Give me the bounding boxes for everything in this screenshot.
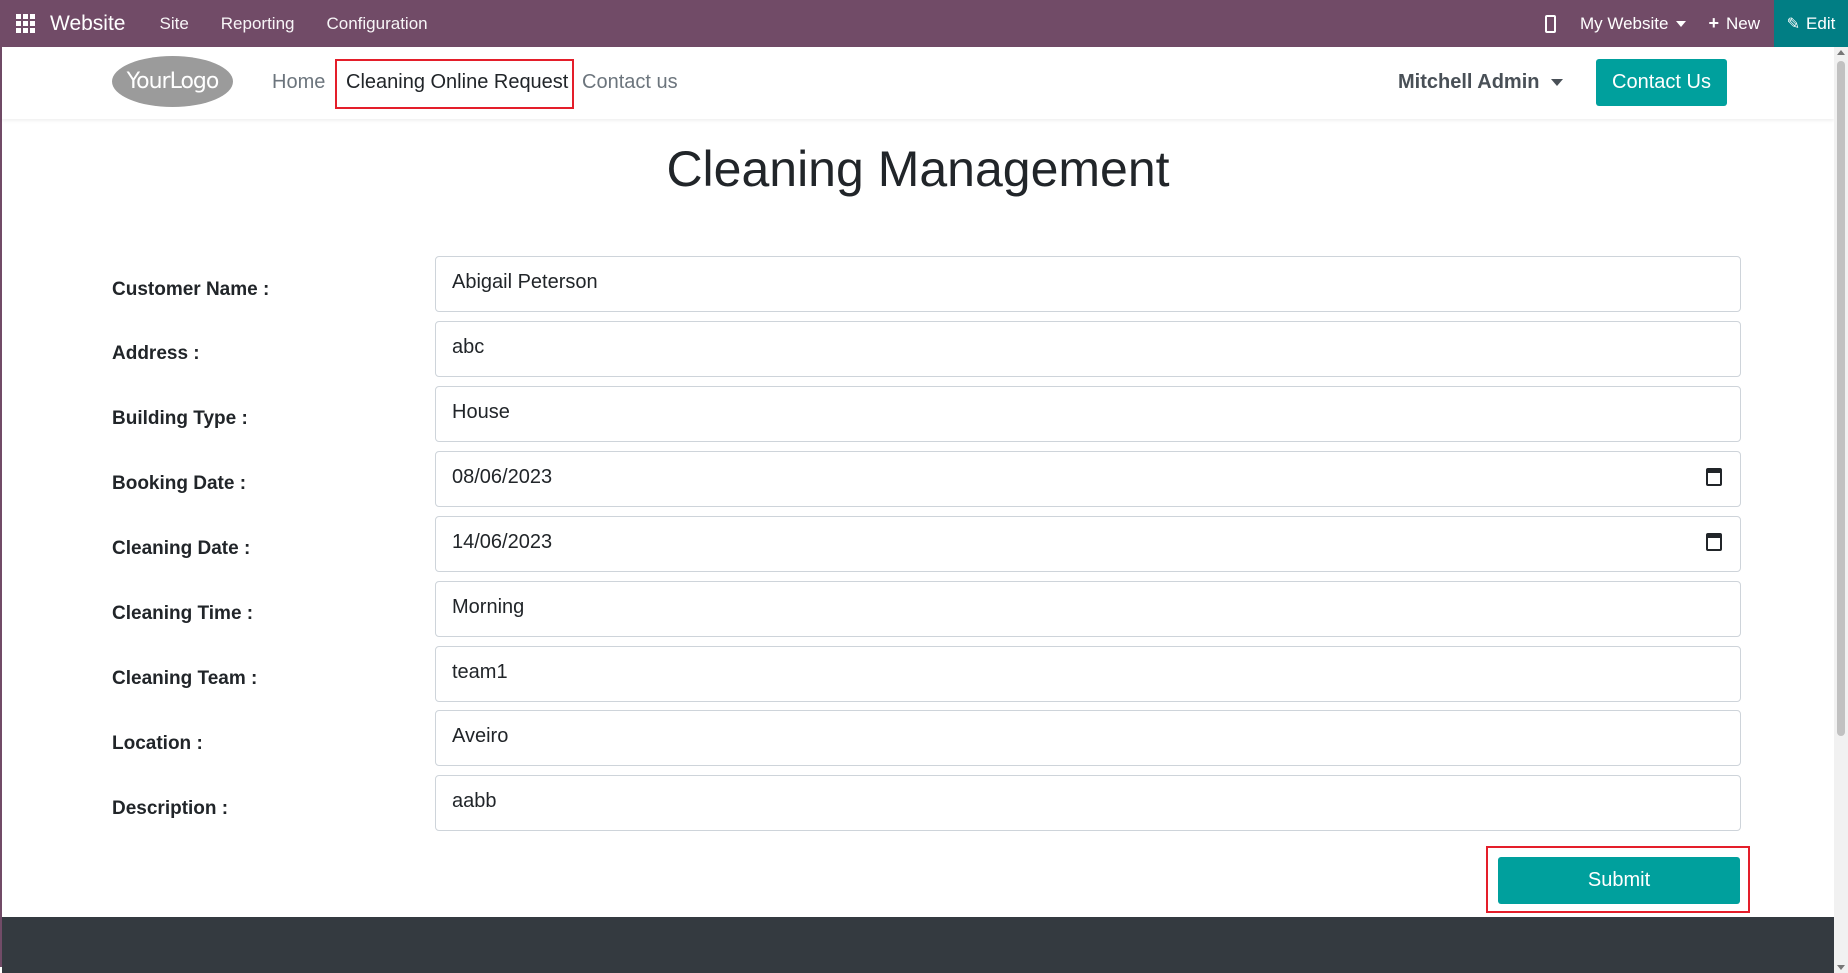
location-input[interactable]: Aveiro xyxy=(435,710,1741,766)
calendar-icon[interactable] xyxy=(1706,533,1722,551)
booking-date-input[interactable]: 08/06/2023 xyxy=(435,451,1741,507)
cleaning-team-label: Cleaning Team : xyxy=(112,668,258,689)
cleaning-time-label: Cleaning Time : xyxy=(112,603,254,624)
description-label: Description : xyxy=(112,798,229,819)
booking-date-label: Booking Date : xyxy=(112,473,247,494)
app-brand[interactable]: Website xyxy=(50,12,125,36)
user-name: Mitchell Admin xyxy=(1398,71,1540,93)
new-content-label: New xyxy=(1725,13,1760,33)
chevron-down-icon xyxy=(1676,20,1687,27)
booking-date-value: 08/06/2023 xyxy=(452,465,553,488)
description-input[interactable]: aabb xyxy=(435,775,1741,831)
admin-navbar: Website Site Reporting Configuration My … xyxy=(0,0,1848,47)
site-logo[interactable]: YourLogo xyxy=(112,56,233,107)
logo-text: YourLogo xyxy=(126,69,220,94)
website-switcher[interactable]: My Website xyxy=(1580,14,1687,34)
cleaning-date-input[interactable]: 14/06/2023 xyxy=(435,516,1741,572)
cleaning-team-value: team1 xyxy=(452,660,508,683)
location-label: Location : xyxy=(112,733,203,754)
nav-home[interactable]: Home xyxy=(272,71,325,94)
scrollbar-thumb[interactable] xyxy=(1837,61,1845,736)
cleaning-date-value: 14/06/2023 xyxy=(452,530,553,553)
customer-name-input[interactable]: Abigail Peterson xyxy=(435,256,1741,312)
page-title: Cleaning Management xyxy=(666,141,1170,197)
new-content-button[interactable]: + New xyxy=(1708,13,1760,34)
menu-reporting[interactable]: Reporting xyxy=(221,14,295,34)
edit-label: Edit xyxy=(1806,13,1836,33)
page-scrollbar[interactable] xyxy=(1834,47,1848,973)
apps-grid-icon[interactable] xyxy=(16,13,36,34)
nav-contact-us[interactable]: Contact us xyxy=(582,71,678,94)
cleaning-time-value: Morning xyxy=(452,595,525,618)
nav-cleaning-online-request[interactable]: Cleaning Online Request xyxy=(346,71,568,94)
chevron-down-icon xyxy=(1551,79,1564,86)
menu-site[interactable]: Site xyxy=(159,14,188,34)
address-input[interactable]: abc xyxy=(435,321,1741,377)
cleaning-date-label: Cleaning Date : xyxy=(112,538,251,559)
menu-configuration[interactable]: Configuration xyxy=(327,14,428,34)
website-switcher-label: My Website xyxy=(1579,13,1669,33)
location-value: Aveiro xyxy=(452,724,509,747)
edit-button[interactable]: ✎ Edit xyxy=(1774,0,1848,47)
scroll-down-icon[interactable] xyxy=(1837,965,1845,970)
address-value: abc xyxy=(452,335,485,358)
description-value: aabb xyxy=(452,789,497,812)
address-label: Address : xyxy=(112,343,200,364)
site-header: YourLogo Home Cleaning Online Request Co… xyxy=(2,47,1834,119)
cleaning-time-input[interactable]: Morning xyxy=(435,581,1741,637)
admin-navbar-right: My Website + New ✎ Edit xyxy=(1544,0,1848,47)
customer-name-value: Abigail Peterson xyxy=(452,270,598,293)
contact-us-button[interactable]: Contact Us xyxy=(1596,59,1727,106)
pencil-icon: ✎ xyxy=(1786,15,1801,33)
scroll-up-icon[interactable] xyxy=(1837,50,1845,55)
site-footer xyxy=(2,917,1834,973)
building-type-input[interactable]: House xyxy=(435,386,1741,442)
building-type-value: House xyxy=(452,400,510,423)
plus-icon: + xyxy=(1708,13,1719,33)
building-type-label: Building Type : xyxy=(112,408,248,429)
user-menu[interactable]: Mitchell Admin xyxy=(1398,71,1564,94)
mobile-preview-icon[interactable] xyxy=(1544,14,1556,33)
customer-name-label: Customer Name : xyxy=(112,279,270,300)
submit-button[interactable]: Submit xyxy=(1498,857,1740,904)
cleaning-team-input[interactable]: team1 xyxy=(435,646,1741,702)
calendar-icon[interactable] xyxy=(1706,468,1722,486)
